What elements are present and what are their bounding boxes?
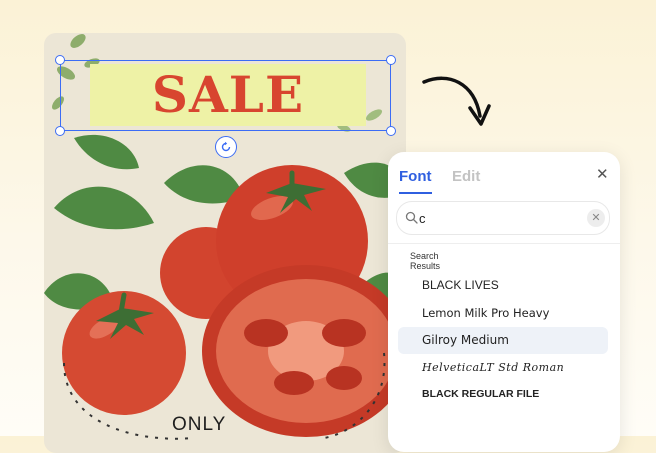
curved-arrow-icon	[422, 76, 491, 126]
clear-icon[interactable]: ✕	[587, 209, 605, 227]
selection-frame[interactable]	[60, 60, 391, 131]
rotate-handle[interactable]	[215, 136, 237, 158]
tab-font[interactable]: Font	[399, 168, 431, 185]
only-label: ONLY	[172, 414, 227, 435]
resize-handle-top-left[interactable]	[55, 55, 65, 65]
font-result-item[interactable]: HelveticaLT Std Roman	[398, 354, 608, 381]
font-search-box[interactable]: ✕	[396, 201, 610, 235]
divider	[388, 243, 620, 244]
font-result-item[interactable]: BLACK LIVES	[398, 272, 608, 299]
font-search-input[interactable]	[419, 209, 579, 227]
close-icon[interactable]: ✕	[596, 165, 609, 183]
resize-handle-bottom-right[interactable]	[386, 126, 396, 136]
font-result-item-selected[interactable]: Gilroy Medium	[398, 327, 608, 354]
resize-handle-top-right[interactable]	[386, 55, 396, 65]
tab-edit[interactable]: Edit	[452, 168, 480, 185]
resize-handle-bottom-left[interactable]	[55, 126, 65, 136]
search-icon	[405, 211, 418, 224]
font-result-item[interactable]: Lemon Milk Pro Heavy	[398, 300, 608, 327]
search-results-label: Search Results	[410, 251, 441, 271]
font-result-item[interactable]: BLACK REGULAR FILE	[398, 381, 608, 408]
font-panel: Font Edit ✕ ✕ Search Results BLACK LIVES…	[388, 152, 620, 452]
rotate-icon	[221, 141, 231, 152]
active-tab-indicator	[399, 192, 432, 194]
